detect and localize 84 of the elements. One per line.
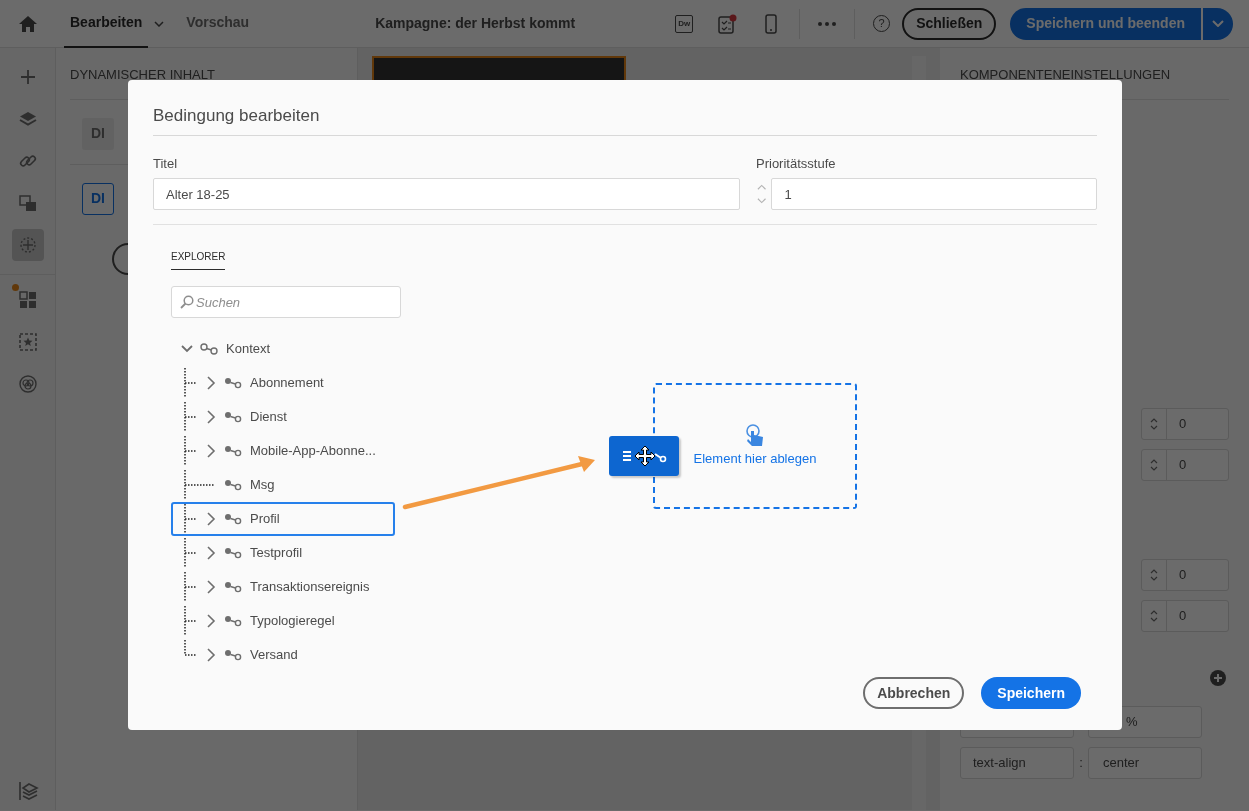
- link-node-icon: [224, 377, 242, 389]
- priority-field[interactable]: 1: [771, 178, 1097, 210]
- tree-connector-line: [184, 402, 198, 432]
- link-node-icon: [224, 615, 242, 627]
- tree-item[interactable]: Msg: [171, 468, 395, 502]
- chevron-right-icon[interactable]: [206, 580, 216, 594]
- number-field[interactable]: 0: [1141, 599, 1229, 632]
- tree-item[interactable]: Transaktionsereignis: [171, 570, 395, 604]
- layers-settings-icon: [17, 780, 39, 802]
- checklist-icon[interactable]: [717, 13, 738, 34]
- tab[interactable]: Vorschau: [180, 0, 256, 48]
- cancel-button[interactable]: Abbrechen: [863, 677, 965, 709]
- link-node-icon: [224, 649, 242, 661]
- tree-item[interactable]: Dienst: [171, 400, 395, 434]
- tree-connector-line: [184, 504, 198, 534]
- hand-pointer-icon: [744, 423, 766, 448]
- campaign-title: Kampagne: der Herbst kommt: [375, 14, 576, 33]
- link-node-icon: [224, 513, 242, 525]
- search-icon: [180, 295, 194, 309]
- tree-item[interactable]: Abonnement: [171, 366, 395, 400]
- number-field[interactable]: 0: [1141, 558, 1229, 591]
- chevron-right-icon[interactable]: [206, 410, 216, 424]
- tree-item[interactable]: Typologieregel: [171, 604, 395, 638]
- tree-connector-line: [184, 640, 198, 656]
- drop-zone-label: Element hier ablegen: [693, 450, 817, 469]
- value-field[interactable]: center: [1088, 746, 1202, 779]
- close-button[interactable]: Schließen: [902, 7, 997, 40]
- stepper-icon[interactable]: [756, 182, 768, 206]
- home-icon[interactable]: [18, 14, 38, 33]
- title-field[interactable]: Alter 18-25: [153, 178, 740, 210]
- dragged-item[interactable]: [609, 436, 679, 476]
- tree-connector-line: [184, 436, 198, 466]
- stepper-icon: [1150, 416, 1158, 431]
- tree-item[interactable]: Mobile-App-Abonne...: [171, 434, 395, 468]
- notification-dot: [12, 284, 19, 291]
- stepper-icon: [1150, 457, 1158, 472]
- link-node-icon: [224, 547, 242, 559]
- caret-icon[interactable]: [154, 20, 165, 27]
- dynamic-content-chip[interactable]: DI: [82, 182, 114, 215]
- separator-text: :: [1078, 753, 1084, 772]
- tree-item[interactable]: Kontext: [171, 332, 403, 366]
- number-field[interactable]: 0: [1141, 448, 1229, 481]
- chevron-right-icon[interactable]: [206, 648, 216, 662]
- plus-icon: [18, 67, 38, 87]
- circles-icon: [18, 374, 38, 394]
- chevron-right-icon[interactable]: [206, 614, 216, 628]
- link-node-icon: [224, 479, 242, 491]
- tree-item[interactable]: Profil: [171, 502, 395, 536]
- dialog-title: Bedingung bearbeiten: [153, 80, 1097, 136]
- field-label: Prioritätsstufe: [756, 154, 837, 173]
- link-node-icon: [224, 445, 242, 457]
- link-node-icon: [224, 411, 242, 423]
- chevron-right-icon[interactable]: [206, 376, 216, 390]
- field-label: Titel: [153, 154, 179, 173]
- link-node-icon: [200, 343, 218, 355]
- tree-connector-line: [184, 470, 216, 500]
- number-field[interactable]: 0: [1141, 407, 1229, 440]
- save-button[interactable]: Speichern: [981, 677, 1081, 709]
- tree-connector-line: [184, 538, 198, 568]
- save-and-exit-button[interactable]: Speichern und beenden: [1010, 7, 1201, 40]
- dw-icon[interactable]: Dw: [675, 14, 694, 33]
- stepper-icon: [1150, 608, 1158, 623]
- more-icon[interactable]: [818, 21, 837, 26]
- images-icon: [18, 193, 38, 213]
- component-icon: [18, 235, 38, 255]
- search-field[interactable]: Suchen: [171, 286, 401, 318]
- property-field[interactable]: text-align: [960, 746, 1074, 779]
- tree-connector-line: [184, 572, 198, 602]
- caret-icon: [1212, 20, 1224, 27]
- link-node-icon: [224, 581, 242, 593]
- explorer-tab[interactable]: EXPLORER: [171, 249, 226, 270]
- tree-connector-line: [184, 368, 198, 398]
- tree-connector-line: [184, 606, 198, 636]
- tree-item[interactable]: Versand: [171, 638, 395, 672]
- tree-item[interactable]: Testprofil: [171, 536, 395, 570]
- star-frame-icon: [18, 332, 38, 352]
- grid-icon: [18, 290, 38, 310]
- chevron-right-icon[interactable]: [206, 512, 216, 526]
- dropdown-button[interactable]: [1203, 7, 1233, 40]
- add-icon[interactable]: [1210, 670, 1226, 686]
- chevron-right-icon[interactable]: [206, 444, 216, 458]
- stepper-icon: [1150, 567, 1158, 582]
- chevron-right-icon[interactable]: [206, 546, 216, 560]
- phone-icon[interactable]: [765, 13, 778, 34]
